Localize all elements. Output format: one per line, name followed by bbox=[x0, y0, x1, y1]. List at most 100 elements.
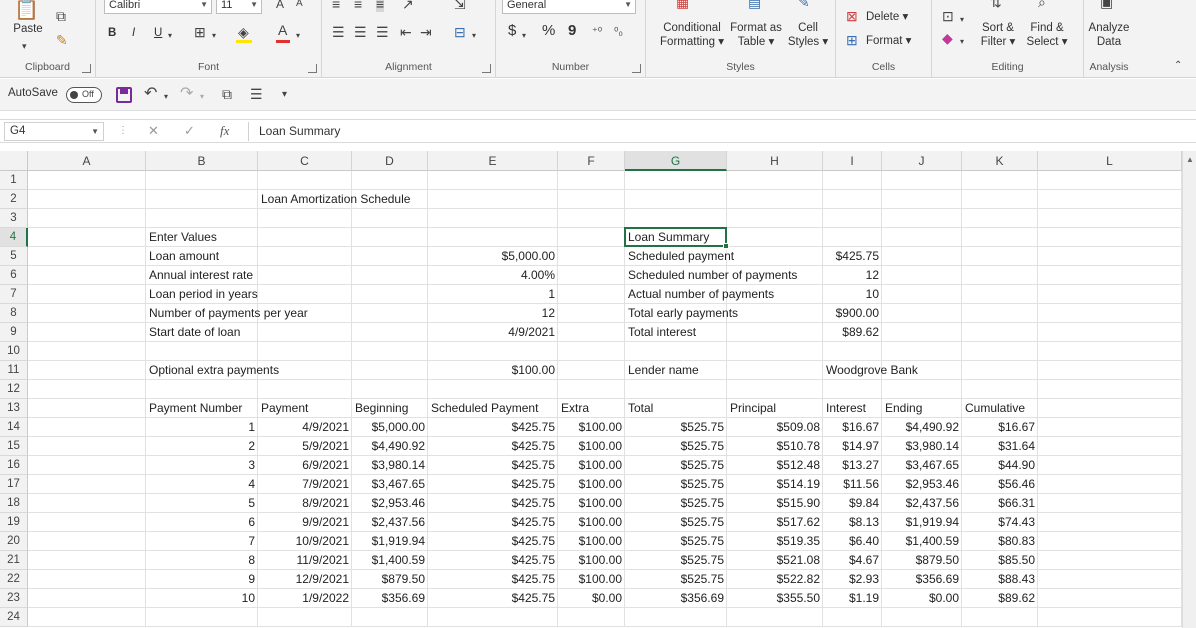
column-header-b[interactable]: B bbox=[146, 151, 258, 171]
number-launcher-icon[interactable] bbox=[632, 64, 641, 73]
merge-dropdown-icon[interactable]: ▾ bbox=[472, 28, 476, 44]
table-cell[interactable]: $85.50 bbox=[962, 551, 1038, 570]
table-cell[interactable]: 4/9/2021 bbox=[258, 418, 352, 437]
row-header-11[interactable]: 11 bbox=[0, 361, 28, 380]
clear-icon[interactable]: ◆ bbox=[942, 30, 953, 46]
font-size-select[interactable]: 11 ▼ bbox=[216, 0, 262, 14]
table-cell[interactable]: $425.75 bbox=[428, 532, 558, 551]
paste-dropdown-icon[interactable]: ▾ bbox=[22, 38, 27, 54]
clipboard-launcher-icon[interactable] bbox=[82, 64, 91, 73]
table-cell[interactable]: 10 bbox=[146, 589, 258, 608]
table-cell[interactable]: $4.67 bbox=[823, 551, 882, 570]
customize-qat-icon[interactable]: ▾ bbox=[282, 87, 287, 103]
table-cell[interactable]: 5 bbox=[146, 494, 258, 513]
table-cell[interactable]: $16.67 bbox=[823, 418, 882, 437]
table-cell[interactable]: $0.00 bbox=[882, 589, 962, 608]
table-cell[interactable]: $100.00 bbox=[558, 437, 625, 456]
column-header-a[interactable]: A bbox=[28, 151, 146, 171]
wrap-text-icon[interactable]: ⇲ bbox=[454, 0, 466, 12]
merge-center-icon[interactable]: ⊟ bbox=[454, 24, 466, 40]
row-header-19[interactable]: 19 bbox=[0, 513, 28, 532]
paste-button[interactable]: Paste bbox=[8, 22, 48, 36]
table-cell[interactable]: 8/9/2021 bbox=[258, 494, 352, 513]
table-cell[interactable]: $514.19 bbox=[727, 475, 823, 494]
table-cell[interactable]: $6.40 bbox=[823, 532, 882, 551]
table-cell[interactable]: $89.62 bbox=[962, 589, 1038, 608]
table-header[interactable]: Cumulative bbox=[962, 399, 1028, 418]
table-cell[interactable]: $2,437.56 bbox=[352, 513, 428, 532]
font-launcher-icon[interactable] bbox=[308, 64, 317, 73]
table-cell[interactable]: $9.84 bbox=[823, 494, 882, 513]
table-cell[interactable]: $355.50 bbox=[727, 589, 823, 608]
summary-value[interactable]: $900.00 bbox=[823, 304, 882, 323]
table-cell[interactable]: $100.00 bbox=[558, 532, 625, 551]
underline-button[interactable]: U bbox=[154, 26, 162, 40]
insert-function-icon[interactable]: fx bbox=[220, 123, 229, 139]
format-as-table-icon[interactable]: ▤ bbox=[748, 0, 761, 10]
table-cell[interactable]: $879.50 bbox=[882, 551, 962, 570]
table-cell[interactable]: $1,400.59 bbox=[882, 532, 962, 551]
column-header-l[interactable]: L bbox=[1038, 151, 1182, 171]
summary-label[interactable]: Scheduled number of payments bbox=[625, 266, 800, 285]
table-cell[interactable]: $3,467.65 bbox=[882, 456, 962, 475]
currency-dropdown-icon[interactable]: ▾ bbox=[522, 28, 526, 44]
percent-button[interactable]: % bbox=[542, 23, 555, 38]
column-header-f[interactable]: F bbox=[558, 151, 625, 171]
cell-styles-button[interactable]: Cell Styles ▾ bbox=[784, 21, 832, 49]
redo-icon[interactable]: ↷ bbox=[180, 86, 193, 102]
table-header[interactable]: Beginning bbox=[352, 399, 411, 418]
table-cell[interactable]: $509.08 bbox=[727, 418, 823, 437]
table-cell[interactable]: $525.75 bbox=[625, 532, 727, 551]
table-cell[interactable]: $521.08 bbox=[727, 551, 823, 570]
summary-value[interactable]: 12 bbox=[823, 266, 882, 285]
currency-button[interactable]: $ bbox=[508, 23, 516, 38]
paste-icon[interactable]: 📋 bbox=[14, 0, 39, 20]
select-all-corner[interactable] bbox=[0, 151, 28, 171]
conditional-formatting-icon[interactable]: ▦ bbox=[676, 0, 689, 10]
alignment-launcher-icon[interactable] bbox=[482, 64, 491, 73]
search-icon[interactable]: ⌕ bbox=[1038, 0, 1046, 10]
table-cell[interactable]: $100.00 bbox=[558, 456, 625, 475]
table-cell[interactable]: $5,000.00 bbox=[352, 418, 428, 437]
input-value[interactable]: 12 bbox=[428, 304, 558, 323]
decrease-decimal-icon[interactable]: ⁰₀ bbox=[614, 24, 623, 40]
fill-color-icon[interactable]: ◈ bbox=[238, 24, 249, 40]
table-cell[interactable]: $517.62 bbox=[727, 513, 823, 532]
section-label-enter-values[interactable]: Enter Values bbox=[146, 228, 220, 247]
table-cell[interactable]: $100.00 bbox=[558, 513, 625, 532]
table-cell[interactable]: $522.82 bbox=[727, 570, 823, 589]
formula-input[interactable]: Loan Summary bbox=[248, 122, 1182, 141]
table-cell[interactable]: $425.75 bbox=[428, 513, 558, 532]
delete-icon[interactable]: ⊠ bbox=[846, 8, 858, 24]
table-cell[interactable]: 6 bbox=[146, 513, 258, 532]
table-header[interactable]: Interest bbox=[823, 399, 869, 418]
row-header-20[interactable]: 20 bbox=[0, 532, 28, 551]
table-cell[interactable]: $2,953.46 bbox=[882, 475, 962, 494]
cell-styles-icon[interactable]: ✎ bbox=[798, 0, 810, 10]
increase-font-icon[interactable]: A bbox=[276, 0, 284, 12]
table-cell[interactable]: $1,919.94 bbox=[882, 513, 962, 532]
table-cell[interactable]: 5/9/2021 bbox=[258, 437, 352, 456]
scroll-up-icon[interactable]: ▲ bbox=[1183, 155, 1196, 164]
sheet-title[interactable]: Loan Amortization Schedule bbox=[258, 190, 413, 209]
table-header[interactable]: Principal bbox=[727, 399, 779, 418]
table-cell[interactable]: $425.75 bbox=[428, 551, 558, 570]
align-middle-icon[interactable]: ≡ bbox=[354, 0, 362, 12]
row-header-5[interactable]: 5 bbox=[0, 247, 28, 266]
extra-payments-label[interactable]: Optional extra payments bbox=[146, 361, 282, 380]
table-cell[interactable]: $3,467.65 bbox=[352, 475, 428, 494]
delete-button[interactable]: Delete ▾ bbox=[866, 10, 908, 24]
table-cell[interactable]: 4 bbox=[146, 475, 258, 494]
summary-label[interactable]: Total interest bbox=[625, 323, 699, 342]
table-cell[interactable]: 7/9/2021 bbox=[258, 475, 352, 494]
table-cell[interactable]: $525.75 bbox=[625, 494, 727, 513]
input-value[interactable]: 1 bbox=[428, 285, 558, 304]
table-header[interactable]: Payment bbox=[258, 399, 311, 418]
align-left-icon[interactable]: ☰ bbox=[332, 24, 345, 40]
row-header-7[interactable]: 7 bbox=[0, 285, 28, 304]
table-cell[interactable]: $425.75 bbox=[428, 475, 558, 494]
column-header-j[interactable]: J bbox=[882, 151, 962, 171]
summary-value[interactable]: $89.62 bbox=[823, 323, 882, 342]
table-cell[interactable]: $44.90 bbox=[962, 456, 1038, 475]
active-cell-selection[interactable] bbox=[624, 227, 729, 249]
